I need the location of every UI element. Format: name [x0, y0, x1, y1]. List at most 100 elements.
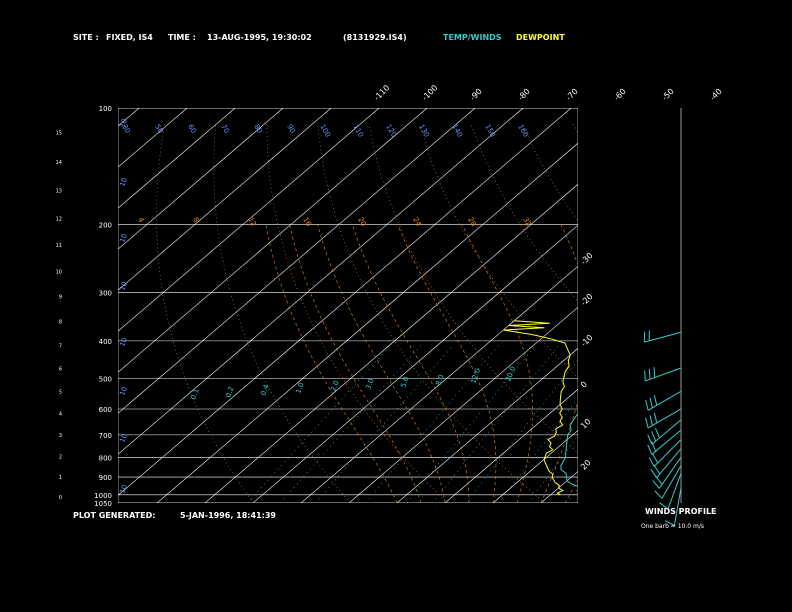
dry-adiabat-line: [419, 123, 578, 379]
isotherm-line: [156, 142, 578, 503]
wind-barb-staff: [645, 367, 682, 382]
mixing-ratio-label: 0.1: [189, 387, 200, 400]
height-km-label: 14: [56, 160, 62, 166]
isotherm-top-label: -70: [564, 87, 580, 103]
wind-barb-flag: [653, 367, 656, 378]
dry-adiabat-line: [624, 124, 792, 503]
isotherm-top-label: -90: [468, 87, 484, 103]
isotherm-right-label: -20: [579, 292, 595, 308]
moist-adiabat-line: [461, 224, 533, 503]
dry-adiabat-line: [156, 123, 254, 503]
wind-barb-flag: [654, 490, 663, 499]
mixing-ratio-label: 20.0: [504, 365, 517, 382]
wind-barb-flag: [652, 479, 660, 489]
left-column-label: 10: [118, 484, 129, 495]
left-column-label: 10: [118, 337, 129, 348]
wind-barb-flag: [653, 412, 658, 424]
mixing-ratio-line: [280, 344, 422, 503]
moist-adiabat-line: [613, 224, 792, 503]
wind-barb-flag: [655, 475, 663, 485]
mixing-ratio-label: 1.0: [294, 381, 305, 394]
mixing-ratio-line: [247, 344, 392, 503]
dry-adiabat-line: [521, 123, 578, 222]
moist-adiabat-line: [265, 224, 398, 503]
pressure-tick-label: 500: [99, 375, 112, 383]
mixing-ratio-label: 8.0: [434, 373, 445, 386]
isotherm-line: [540, 470, 578, 503]
isotherm-line: [204, 183, 578, 503]
height-km-label: 6: [59, 367, 62, 373]
left-column-label: 10: [118, 386, 129, 397]
wind-barb-flag: [648, 368, 651, 380]
pressure-tick-label: 300: [99, 290, 112, 298]
theta-200-label: 24: [411, 216, 423, 228]
isotherm-line: [300, 265, 578, 503]
wind-barb-flag: [645, 417, 649, 429]
grid-layer: [118, 108, 792, 503]
mixing-ratio-label: 5.0: [399, 375, 410, 388]
theta-top-label: 160: [516, 123, 530, 139]
wind-barb-staff: [647, 408, 682, 429]
isotherm-line: [118, 108, 188, 168]
wind-barb-flag: [653, 395, 658, 406]
mixing-ratio-label: 0.2: [224, 385, 235, 398]
height-km-label: 9: [59, 295, 62, 301]
isotherm-line: [118, 108, 284, 250]
dry-adiabat-line: [726, 124, 792, 503]
theta-200-label: 8: [191, 216, 200, 224]
dry-adiabat-line: [572, 123, 578, 134]
wind-barb-staff: [651, 429, 682, 455]
moist-adiabat-line: [351, 224, 470, 503]
winds-note: One barb = 10.0 m/s: [641, 523, 704, 530]
height-km-label: 7: [59, 343, 62, 349]
height-km-label: 8: [59, 319, 62, 325]
dry-adiabat-line: [675, 124, 792, 503]
dewpoint-line: [503, 320, 571, 496]
isotherm-line: [118, 108, 476, 414]
theta-200-label: 4: [136, 216, 145, 224]
height-km-label: 5: [59, 389, 62, 395]
dry-adiabat-line: [368, 123, 578, 454]
isotherm-top-label: -100: [420, 83, 439, 102]
wind-barb-flag: [647, 434, 653, 445]
isotherm-right-label: -10: [579, 333, 595, 349]
generated-value: 5-JAN-1996, 18:41:39: [180, 511, 276, 520]
height-km-label: 10: [56, 269, 62, 275]
moist-adiabat-line: [397, 224, 497, 503]
theta-200-label: 20: [356, 216, 367, 228]
isotherm-right-label: 20: [579, 458, 593, 472]
theta-200-label: 16: [301, 216, 313, 228]
pressure-tick-label: 600: [99, 406, 112, 414]
height-km-label: 3: [59, 433, 62, 439]
wind-barb-flag: [653, 464, 661, 475]
isotherm-line: [637, 108, 792, 503]
theta-top-label: 150: [483, 123, 497, 139]
isotherm-top-label: -80: [516, 87, 532, 103]
theta-top-label: 120: [384, 123, 398, 139]
theta-200-label: 28: [466, 216, 477, 228]
theta-top-label: 50: [153, 123, 164, 135]
theta-top-label: 100: [318, 123, 332, 139]
theta-top-label: 140: [450, 123, 464, 139]
moist-adiabat-line: [589, 224, 788, 503]
pressure-tick-label: 400: [99, 338, 112, 346]
pressure-tick-label: 1000: [94, 492, 112, 500]
theta-top-label: 130: [417, 123, 431, 139]
left-column-label: 10: [118, 233, 129, 244]
wind-barb-flag: [652, 453, 659, 464]
isotherm-line: [118, 108, 524, 455]
isotherm-line: [492, 429, 578, 503]
isotherm-right-label: 0: [579, 380, 589, 390]
isotherm-line: [396, 347, 578, 503]
wind-barb-flag: [645, 400, 649, 411]
wind-barb-flag: [651, 431, 657, 442]
left-column-label: 10: [118, 433, 129, 444]
theta-top-label: 70: [219, 123, 230, 135]
isotherm-line: [118, 108, 236, 209]
height-km-label: 1: [59, 475, 62, 481]
left-column-label: 10: [118, 177, 129, 188]
isotherm-line: [444, 388, 578, 503]
theta-top-label: 110: [351, 123, 365, 139]
isotherm-line: [118, 108, 572, 496]
pressure-tick-label: 700: [99, 432, 112, 440]
